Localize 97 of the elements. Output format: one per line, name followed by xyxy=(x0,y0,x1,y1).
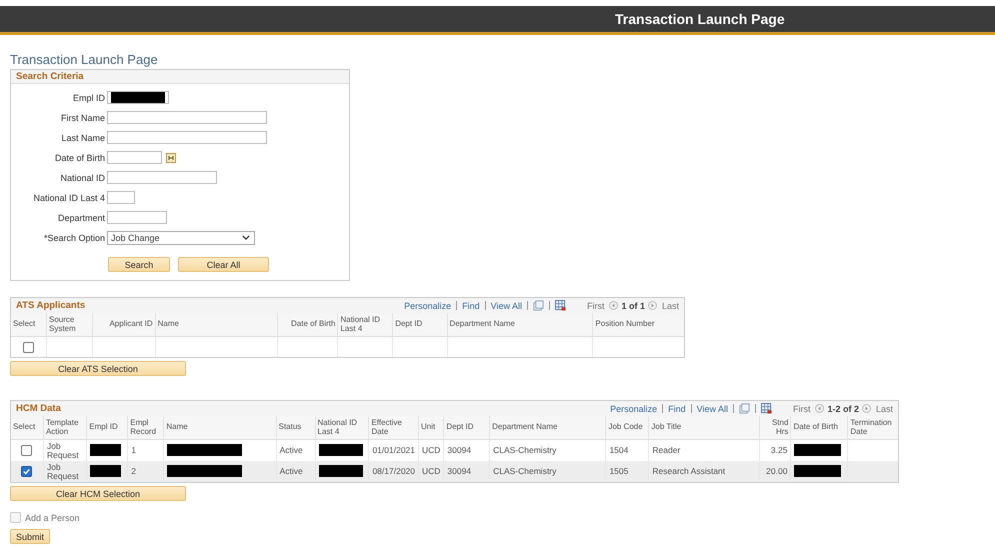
window-icon[interactable] xyxy=(738,403,750,414)
first-link[interactable]: First xyxy=(792,404,810,414)
next-icon[interactable] xyxy=(648,301,657,310)
page-range: 1 of 1 xyxy=(621,300,645,310)
first-link[interactable]: First xyxy=(586,300,604,310)
select-checkbox[interactable] xyxy=(23,342,34,352)
table-cell: 3.25 xyxy=(770,445,788,455)
column-header: Name xyxy=(164,416,276,440)
clear-selection-button[interactable]: Clear HCM Selection xyxy=(10,486,186,501)
field-label: *Search Option xyxy=(42,232,106,242)
page-title: Transaction Launch Page xyxy=(10,52,158,67)
column-header: Empl ID xyxy=(86,416,128,440)
table-cell: Active xyxy=(280,445,303,455)
toolbar-link[interactable]: View All xyxy=(696,404,728,414)
field-label: Empl ID xyxy=(72,92,106,102)
table-cell: Reader xyxy=(652,445,680,455)
table-cell: UCD xyxy=(422,445,440,455)
section-title: ATS Applicants xyxy=(16,300,86,311)
checkbox-label: Add a Person xyxy=(25,512,80,522)
column-header: Stnd Hrs xyxy=(760,416,791,440)
section-title: HCM Data xyxy=(16,403,61,414)
table-cell: 30094 xyxy=(447,466,472,476)
table-cell: 08/17/2020 xyxy=(372,466,415,476)
input-field[interactable] xyxy=(107,191,135,204)
input-field[interactable] xyxy=(107,171,217,184)
column-header: Status xyxy=(276,416,315,440)
column-header: Termination Date xyxy=(848,416,898,440)
table-cell: UCD xyxy=(422,466,440,476)
clear-selection-button[interactable]: Clear ATS Selection xyxy=(10,361,186,376)
table-cell: CLAS-Chemistry xyxy=(493,445,556,455)
section-title: Search Criteria xyxy=(16,71,84,82)
column-header: Empl Record xyxy=(128,416,164,440)
column-header: Department Name xyxy=(447,313,593,336)
input-field[interactable] xyxy=(107,151,162,164)
input-field[interactable] xyxy=(107,91,169,104)
table-cell: 1505 xyxy=(609,466,628,476)
column-header: Select xyxy=(11,313,46,336)
table-cell: 2 xyxy=(131,466,136,476)
field-label: National ID Last 4 xyxy=(32,192,106,202)
table-cell: Research Assistant xyxy=(652,466,726,476)
table-cell: Job Request xyxy=(46,440,79,460)
header-title: Transaction Launch Page xyxy=(615,11,785,27)
select-checkbox[interactable] xyxy=(21,466,32,477)
grid-icon[interactable] xyxy=(554,300,566,311)
field-label: Last Name xyxy=(60,132,106,142)
select-checkbox[interactable] xyxy=(21,445,32,456)
toolbar-link[interactable]: Find xyxy=(462,300,480,310)
table-cell: 30094 xyxy=(447,445,472,455)
toolbar-link[interactable]: View All xyxy=(490,300,522,310)
column-header: Effective Date xyxy=(368,416,418,440)
table-cell: 1 xyxy=(131,445,136,455)
table-cell: Active xyxy=(280,466,303,476)
window-icon[interactable] xyxy=(532,300,544,311)
column-header: Position Number xyxy=(592,313,684,336)
calendar-icon[interactable] xyxy=(166,152,176,162)
action-button[interactable]: Clear All xyxy=(178,257,269,272)
column-header: Source System xyxy=(46,313,93,336)
input-field[interactable] xyxy=(107,211,167,224)
input-field[interactable] xyxy=(107,111,267,124)
last-link[interactable]: Last xyxy=(662,300,679,310)
column-header: Select xyxy=(11,416,44,440)
column-header: Template Action xyxy=(43,416,87,440)
column-header: Date of Birth xyxy=(277,313,338,336)
previous-icon[interactable] xyxy=(609,301,618,310)
field-label: First Name xyxy=(60,112,106,122)
column-header: Applicant ID xyxy=(92,313,156,336)
toolbar-link[interactable]: Personalize xyxy=(610,404,658,414)
column-header: National ID Last 4 xyxy=(315,416,369,440)
page-range: 1-2 of 2 xyxy=(827,404,859,414)
toolbar-link[interactable]: Find xyxy=(668,404,686,414)
next-icon[interactable] xyxy=(862,404,871,413)
field-label: Date of Birth xyxy=(54,152,106,162)
search-option-dropdown[interactable]: Job Change xyxy=(107,230,255,244)
previous-icon[interactable] xyxy=(815,404,824,413)
field-label: Department xyxy=(56,212,106,222)
column-header: Job Code xyxy=(606,416,649,440)
table-cell: 20.00 xyxy=(766,466,788,476)
table-cell: Job Request xyxy=(46,462,79,480)
column-header: Unit xyxy=(418,416,444,440)
column-header: Dept ID xyxy=(444,416,490,440)
last-link[interactable]: Last xyxy=(876,404,893,414)
input-field[interactable] xyxy=(107,131,267,144)
action-button[interactable]: Search xyxy=(108,257,170,272)
column-header: Department Name xyxy=(490,416,606,440)
column-header: Dept ID xyxy=(392,313,448,336)
submit-button[interactable]: Submit xyxy=(10,529,50,544)
column-header: Job Title xyxy=(648,416,760,440)
field-label: National ID xyxy=(59,172,106,182)
table-cell: 01/01/2021 xyxy=(372,445,415,455)
caret-icon xyxy=(242,235,250,240)
column-header: Name xyxy=(155,313,278,336)
column-header: Date of Birth xyxy=(790,416,848,440)
toolbar-link[interactable]: Personalize xyxy=(404,300,452,310)
table-cell: 1504 xyxy=(609,445,628,455)
table-cell: CLAS-Chemistry xyxy=(493,466,556,476)
grid-icon[interactable] xyxy=(760,403,772,414)
column-header: National ID Last 4 xyxy=(338,313,393,336)
